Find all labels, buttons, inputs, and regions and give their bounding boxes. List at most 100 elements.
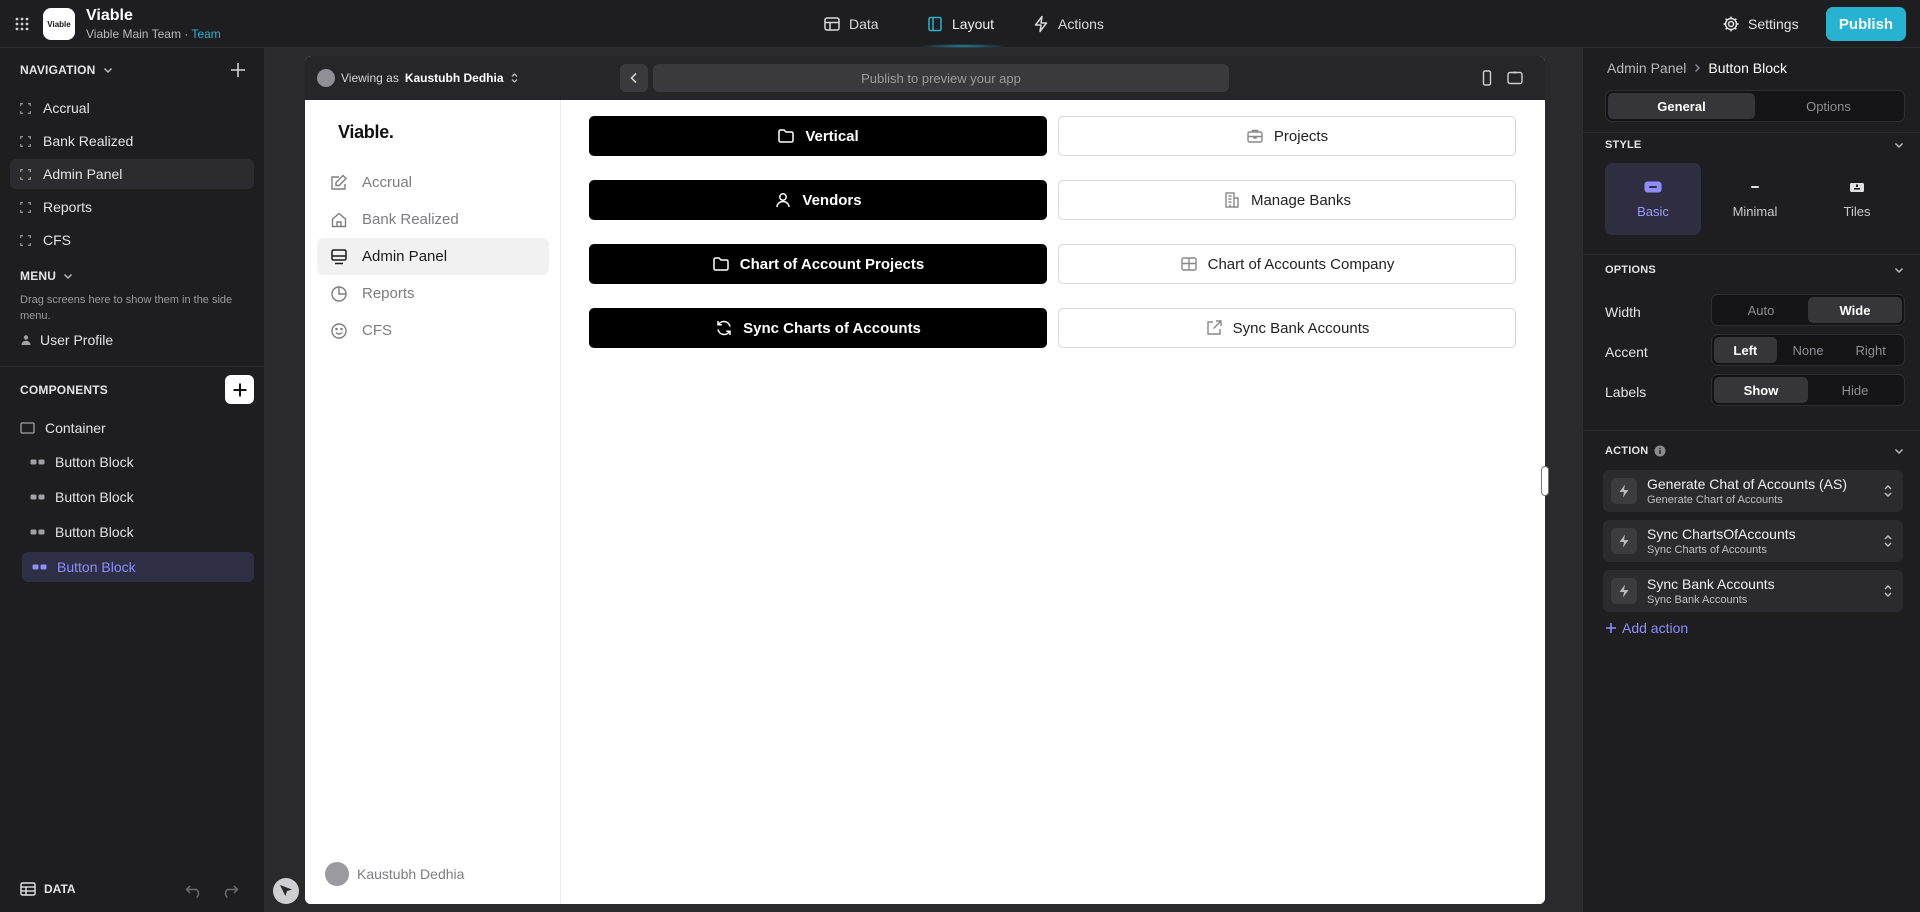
add-screen-icon[interactable] <box>228 60 248 80</box>
navigation-header[interactable]: NAVIGATION <box>20 63 114 77</box>
publish-button[interactable]: Publish <box>1826 7 1906 41</box>
app-nav-admin-panel[interactable]: Admin Panel <box>317 238 549 275</box>
app-side-menu: Viable. Accrual Bank Realized Admin Pane… <box>305 100 561 904</box>
chevron-down-icon[interactable] <box>1893 445 1905 457</box>
sidebar-item-reports[interactable]: Reports <box>10 192 254 222</box>
folder-icon <box>712 255 730 273</box>
breadcrumb-parent[interactable]: Admin Panel <box>1607 60 1686 76</box>
button-label: Sync Charts of Accounts <box>743 319 921 337</box>
table-icon <box>823 15 841 33</box>
sync-charts-of-accounts-button[interactable]: Sync Charts of Accounts <box>589 308 1047 348</box>
component-button-block[interactable]: Button Block <box>30 517 254 547</box>
bolt-icon <box>1611 528 1637 554</box>
tablet-icon[interactable] <box>1507 70 1523 86</box>
app-grid-icon[interactable] <box>14 16 30 32</box>
component-label: Container <box>45 420 106 436</box>
data-editor-button[interactable]: DATA <box>20 882 76 896</box>
sidebar-item-label: Accrual <box>43 100 90 116</box>
avatar <box>317 69 335 87</box>
breadcrumb-current: Button Block <box>1708 60 1787 76</box>
labels-show[interactable]: Show <box>1714 377 1808 403</box>
app-user-footer[interactable]: Kaustubh Dedhia <box>325 862 464 886</box>
sidebar-item-cfs[interactable]: CFS <box>10 225 254 255</box>
sidebar-item-user-profile[interactable]: User Profile <box>20 332 113 348</box>
avatar <box>325 862 349 886</box>
preview-url-bar[interactable]: Publish to preview your app <box>653 64 1229 92</box>
action-card[interactable]: Sync ChartsOfAccounts Sync Charts of Acc… <box>1603 520 1903 562</box>
labels-hide[interactable]: Hide <box>1808 377 1902 403</box>
action-title: Sync Bank Accounts <box>1647 576 1775 592</box>
chevron-updown-icon <box>510 72 519 84</box>
manage-banks-button[interactable]: Manage Banks <box>1058 180 1516 220</box>
style-basic[interactable]: Basic <box>1605 163 1701 235</box>
sync-bank-accounts-button[interactable]: Sync Bank Accounts <box>1058 308 1516 348</box>
component-button-block[interactable]: Button Block <box>30 447 254 477</box>
chart-of-account-projects-button[interactable]: Chart of Account Projects <box>589 244 1047 284</box>
add-component-button[interactable] <box>225 375 254 404</box>
preview-resize-handle[interactable] <box>1541 466 1549 496</box>
action-title: Sync ChartsOfAccounts <box>1647 526 1796 542</box>
app-nav-reports[interactable]: Reports <box>317 275 549 312</box>
button-block-icon <box>30 526 45 538</box>
sidebar-item-bank-realized[interactable]: Bank Realized <box>10 126 254 156</box>
phone-icon[interactable] <box>1479 70 1495 86</box>
chevron-down-icon[interactable] <box>1893 139 1905 151</box>
app-nav-accrual[interactable]: Accrual <box>317 164 549 201</box>
chart-of-accounts-company-button[interactable]: Chart of Accounts Company <box>1058 244 1516 284</box>
sidebar-item-accrual[interactable]: Accrual <box>10 93 254 123</box>
component-label: Button Block <box>55 489 134 505</box>
left-sidebar: NAVIGATION Accrual Bank Realized Admin P… <box>0 48 265 912</box>
component-container[interactable]: Container <box>20 413 254 443</box>
component-label: Button Block <box>55 524 134 540</box>
top-bar: Viable Viable Viable Main Team · Team Da… <box>0 0 1920 48</box>
accent-left[interactable]: Left <box>1714 337 1777 363</box>
tab-general[interactable]: General <box>1608 93 1755 119</box>
vendors-button[interactable]: Vendors <box>589 180 1047 220</box>
app-logo[interactable]: Viable <box>43 8 75 40</box>
accent-right[interactable]: Right <box>1839 337 1902 363</box>
info-icon[interactable] <box>1654 445 1666 457</box>
app-nav-cfs[interactable]: CFS <box>317 312 549 349</box>
back-button[interactable] <box>620 64 648 92</box>
accent-none[interactable]: None <box>1777 337 1840 363</box>
settings-label: Settings <box>1748 16 1799 32</box>
minimal-style-icon <box>1746 180 1764 194</box>
tab-actions[interactable]: Actions <box>1032 12 1104 36</box>
viewing-as-selector[interactable]: Viewing as Kaustubh Dedhia <box>317 69 519 87</box>
width-wide[interactable]: Wide <box>1808 297 1902 323</box>
plus-icon <box>1605 622 1617 634</box>
app-preview: Viewing as Kaustubh Dedhia Publish to pr… <box>305 56 1545 904</box>
add-action-button[interactable]: Add action <box>1605 620 1688 636</box>
style-minimal[interactable]: Minimal <box>1707 163 1803 235</box>
app-nav-label: Reports <box>362 285 415 302</box>
layout-icon <box>1180 255 1198 273</box>
settings-button[interactable]: Settings <box>1722 12 1799 36</box>
panel-tabs: General Options <box>1605 90 1905 122</box>
projects-button[interactable]: Projects <box>1058 116 1516 156</box>
sidebar-item-label: Bank Realized <box>43 133 134 149</box>
undo-icon[interactable] <box>185 884 203 898</box>
tab-layout[interactable]: Layout <box>926 12 994 36</box>
menu-header[interactable]: MENU <box>20 269 74 283</box>
tab-data[interactable]: Data <box>823 12 879 36</box>
sidebar-item-admin-panel[interactable]: Admin Panel <box>10 159 254 189</box>
vertical-button[interactable]: Vertical <box>589 116 1047 156</box>
screen-frame-icon <box>20 102 31 114</box>
tab-options[interactable]: Options <box>1755 93 1902 119</box>
app-nav-bank-realized[interactable]: Bank Realized <box>317 201 549 238</box>
action-card[interactable]: Sync Bank Accounts Sync Bank Accounts <box>1603 570 1903 612</box>
style-tiles[interactable]: Tiles <box>1809 163 1905 235</box>
width-auto[interactable]: Auto <box>1714 297 1808 323</box>
panel-divider <box>1583 132 1920 133</box>
component-button-block[interactable]: Button Block <box>30 482 254 512</box>
panel-divider <box>1583 254 1920 255</box>
select-cursor-button[interactable] <box>273 878 299 904</box>
team-tag[interactable]: Team <box>191 27 220 41</box>
action-card[interactable]: Generate Chat of Accounts (AS) Generate … <box>1603 470 1903 512</box>
sidebar-item-label: CFS <box>43 232 71 248</box>
chevron-updown-icon <box>1883 534 1893 548</box>
redo-icon[interactable] <box>221 884 239 898</box>
component-button-block-selected[interactable]: Button Block <box>22 552 254 582</box>
chevron-down-icon[interactable] <box>1893 264 1905 276</box>
style-label: Minimal <box>1732 203 1778 219</box>
